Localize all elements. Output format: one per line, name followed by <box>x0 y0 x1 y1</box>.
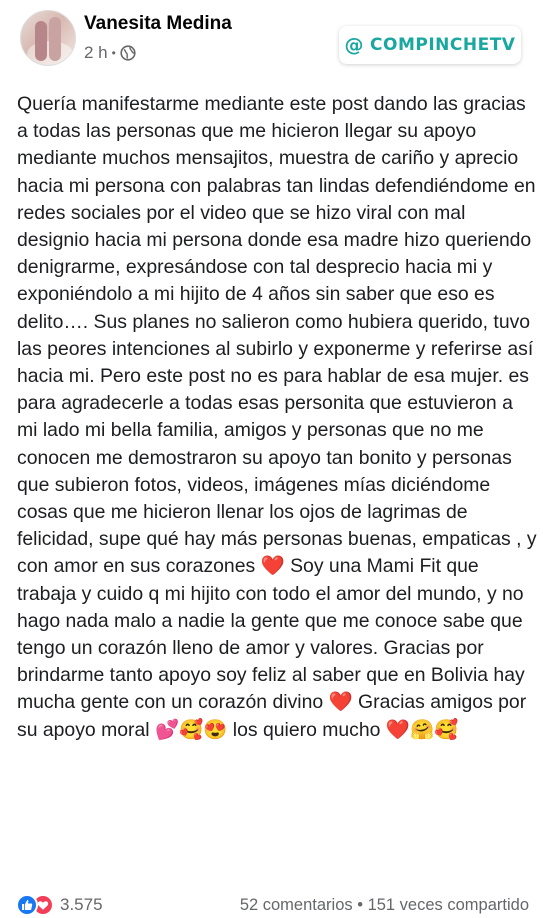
globe-icon <box>120 45 136 61</box>
watermark-label: COMPINCHETV <box>370 35 516 55</box>
post-body-text: Quería manifestarme mediante este post d… <box>17 93 537 741</box>
author-name[interactable]: Vanesita Medina <box>84 13 232 35</box>
watermark-badge: @ COMPINCHETV <box>339 26 521 64</box>
comments-shares-stats[interactable]: 52 comentarios • 151 veces compartido <box>240 896 529 915</box>
post-meta: 2 h • <box>84 43 136 63</box>
meta-separator: • <box>111 46 116 60</box>
like-icon <box>16 894 38 916</box>
post-footer: 3.575 52 comentarios • 151 veces compart… <box>0 888 543 918</box>
watermark-at: @ <box>344 34 365 56</box>
post-time[interactable]: 2 h <box>84 43 108 63</box>
reaction-count: 3.575 <box>60 895 103 914</box>
avatar[interactable] <box>20 10 76 66</box>
reactions-summary[interactable]: 3.575 <box>16 894 103 916</box>
post-header: Vanesita Medina 2 h • @ COMPINCHETV <box>0 0 543 80</box>
